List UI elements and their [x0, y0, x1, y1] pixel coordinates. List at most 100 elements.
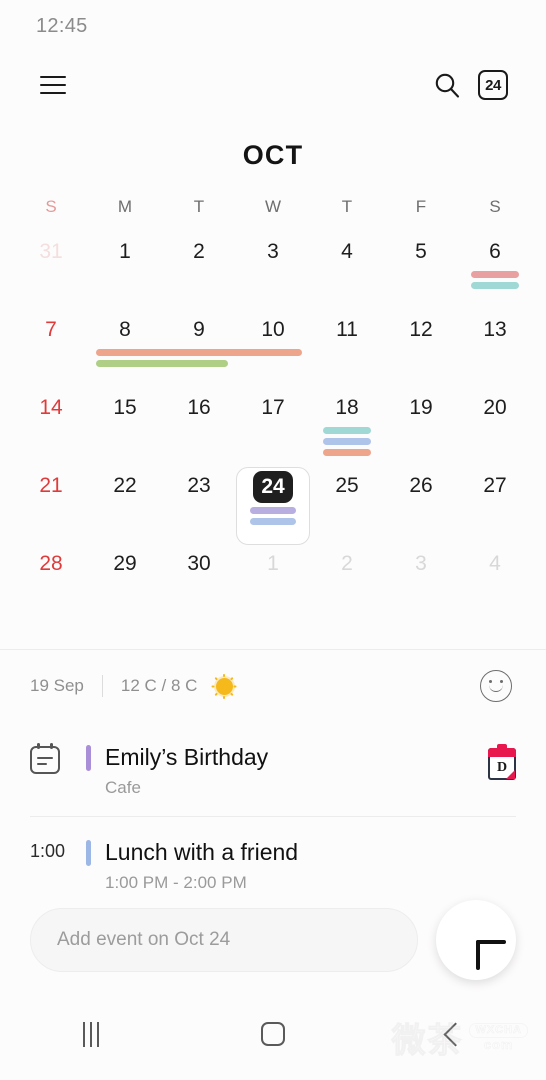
today-date-icon: 24: [478, 70, 508, 100]
calendar-day-number: 23: [187, 474, 211, 497]
app-bar: 24: [0, 52, 546, 118]
calendar-day-number: 8: [119, 318, 131, 341]
multi-day-event-bar: [95, 349, 302, 356]
calendar-week-row: 31 1 2 3 4 5 6: [14, 233, 532, 311]
add-event-input[interactable]: Add event on Oct 24: [30, 908, 418, 972]
calendar-day-number: 25: [335, 474, 359, 497]
event-sticker: D: [476, 742, 516, 780]
calendar-day-cell[interactable]: 31: [14, 233, 88, 311]
calendar-day-number: 7: [45, 318, 57, 341]
list-item[interactable]: Emily’s Birthday Cafe D: [0, 722, 546, 816]
calendar-day-cell[interactable]: 15: [88, 389, 162, 467]
calendar-day-cell[interactable]: 20: [458, 389, 532, 467]
calendar-day-number: 21: [39, 474, 63, 497]
calendar-day-number: 29: [113, 552, 137, 575]
calendar-day-number: 22: [113, 474, 137, 497]
calendar-day-number: 31: [39, 240, 63, 263]
search-button[interactable]: [424, 62, 470, 108]
add-event-fab[interactable]: [436, 900, 516, 980]
menu-button[interactable]: [30, 62, 76, 108]
calendar-day-cell[interactable]: 23: [162, 467, 236, 545]
calendar-day-cell[interactable]: 14: [14, 389, 88, 467]
multi-day-event-bar: [95, 360, 228, 367]
event-title: Lunch with a friend: [105, 839, 299, 865]
info-lunar-date: 19 Sep: [30, 676, 84, 695]
event-title: Emily’s Birthday: [105, 744, 269, 770]
weekday-header-row: S M T W T F S: [14, 197, 532, 233]
calendar-day-cell[interactable]: 21: [14, 467, 88, 545]
calendar-week-row: 7 8 9 10 11 12 13: [14, 311, 532, 389]
day-event-chip: [470, 271, 520, 278]
calendar-day-cell[interactable]: 28: [14, 545, 88, 623]
calendar-day-number: 1: [267, 552, 279, 575]
calendar-day-cell[interactable]: 1: [88, 233, 162, 311]
day-event-chip: [322, 438, 372, 445]
calendar-day-number: 13: [483, 318, 507, 341]
calendar-week-row: 21 22 23 24 25 26 27: [14, 467, 532, 545]
calendar-day-cell[interactable]: 7: [14, 311, 88, 389]
calendar-day-number: 30: [187, 552, 211, 575]
sun-icon: [211, 673, 237, 699]
nav-recents-button[interactable]: [0, 1021, 182, 1047]
recents-icon: [83, 1021, 99, 1047]
day-event-chips: [458, 271, 532, 289]
calendar-day-cell[interactable]: 29: [88, 545, 162, 623]
calendar-day-number: 4: [341, 240, 353, 263]
compose-bar: Add event on Oct 24: [0, 892, 546, 988]
event-color-bar: [86, 840, 91, 866]
calendar-day-cell[interactable]: 6: [458, 233, 532, 311]
event-lead: 1:00: [30, 837, 86, 862]
calendar-day-cell[interactable]: 4: [310, 233, 384, 311]
calendar-day-cell[interactable]: 11: [310, 311, 384, 389]
calendar-day-number: 12: [409, 318, 433, 341]
calendar-day-cell[interactable]: 17: [236, 389, 310, 467]
calendar-day-cell[interactable]: 5: [384, 233, 458, 311]
calendar-day-cell[interactable]: 26: [384, 467, 458, 545]
calendar-day-cell[interactable]: 22: [88, 467, 162, 545]
calendar-day-number: 10: [261, 318, 285, 341]
calendar-day-number: 2: [341, 552, 353, 575]
jump-to-today-button[interactable]: 24: [470, 62, 516, 108]
info-separator: [101, 675, 103, 697]
calendar-day-number: 28: [39, 552, 63, 575]
calendar-day-number: 27: [483, 474, 507, 497]
weekday-label-mon: M: [117, 197, 133, 216]
calendar-day-cell[interactable]: 18: [310, 389, 384, 467]
calendar-day-number: 1: [119, 240, 131, 263]
nav-home-button[interactable]: [182, 1022, 364, 1046]
calendar-day-number: 16: [187, 396, 211, 419]
calendar-day-cell[interactable]: 3: [384, 545, 458, 623]
smiley-face-icon[interactable]: [480, 670, 512, 702]
calendar-day-number: 19: [409, 396, 433, 419]
event-body: Lunch with a friend 1:00 PM - 2:00 PM: [105, 837, 476, 893]
calendar-day-cell[interactable]: 2: [162, 233, 236, 311]
calendar-day-cell[interactable]: 27: [458, 467, 532, 545]
info-temperature: 12 C / 8 C: [120, 676, 198, 695]
calendar-day-number: 2: [193, 240, 205, 263]
calendar-day-cell[interactable]: 1: [236, 545, 310, 623]
day-info-bar: 19 Sep 12 C / 8 C: [0, 650, 546, 722]
calendar-day-cell[interactable]: 13: [458, 311, 532, 389]
sticker-letter: D: [496, 760, 508, 775]
day-event-chip: [249, 518, 297, 525]
calendar-day-cell[interactable]: 30: [162, 545, 236, 623]
calendar-day-cell[interactable]: 12: [384, 311, 458, 389]
weekday-label-fri: F: [415, 197, 427, 216]
calendar-day-number: 3: [415, 552, 427, 575]
calendar-day-cell[interactable]: 24: [236, 467, 310, 545]
calendar-day-cell[interactable]: 3: [236, 233, 310, 311]
calendar-day-cell[interactable]: 16: [162, 389, 236, 467]
nav-back-button[interactable]: [364, 1021, 546, 1047]
calendar-day-cell[interactable]: 2: [310, 545, 384, 623]
calendar-day-number: 20: [483, 396, 507, 419]
day-event-chip: [249, 507, 297, 514]
event-lead: [30, 742, 86, 774]
calendar-day-cell[interactable]: 19: [384, 389, 458, 467]
month-title[interactable]: OCT: [0, 118, 546, 197]
event-subtitle: Cafe: [105, 778, 141, 797]
calendar-day-cell[interactable]: 4: [458, 545, 532, 623]
weekday-label-thu: T: [341, 197, 353, 216]
calendar-day-cell[interactable]: 25: [310, 467, 384, 545]
calendar-weeks: 31 1 2 3 4 5 6 7 8 9 10 11 12 13 14 15 16 17 18 19 20 21 22 23 2…: [14, 233, 532, 623]
phone-screen: 12:45 24 OCT S M T W T F S 31 1 2 3 4 5 6 7 8 9: [0, 0, 546, 1080]
